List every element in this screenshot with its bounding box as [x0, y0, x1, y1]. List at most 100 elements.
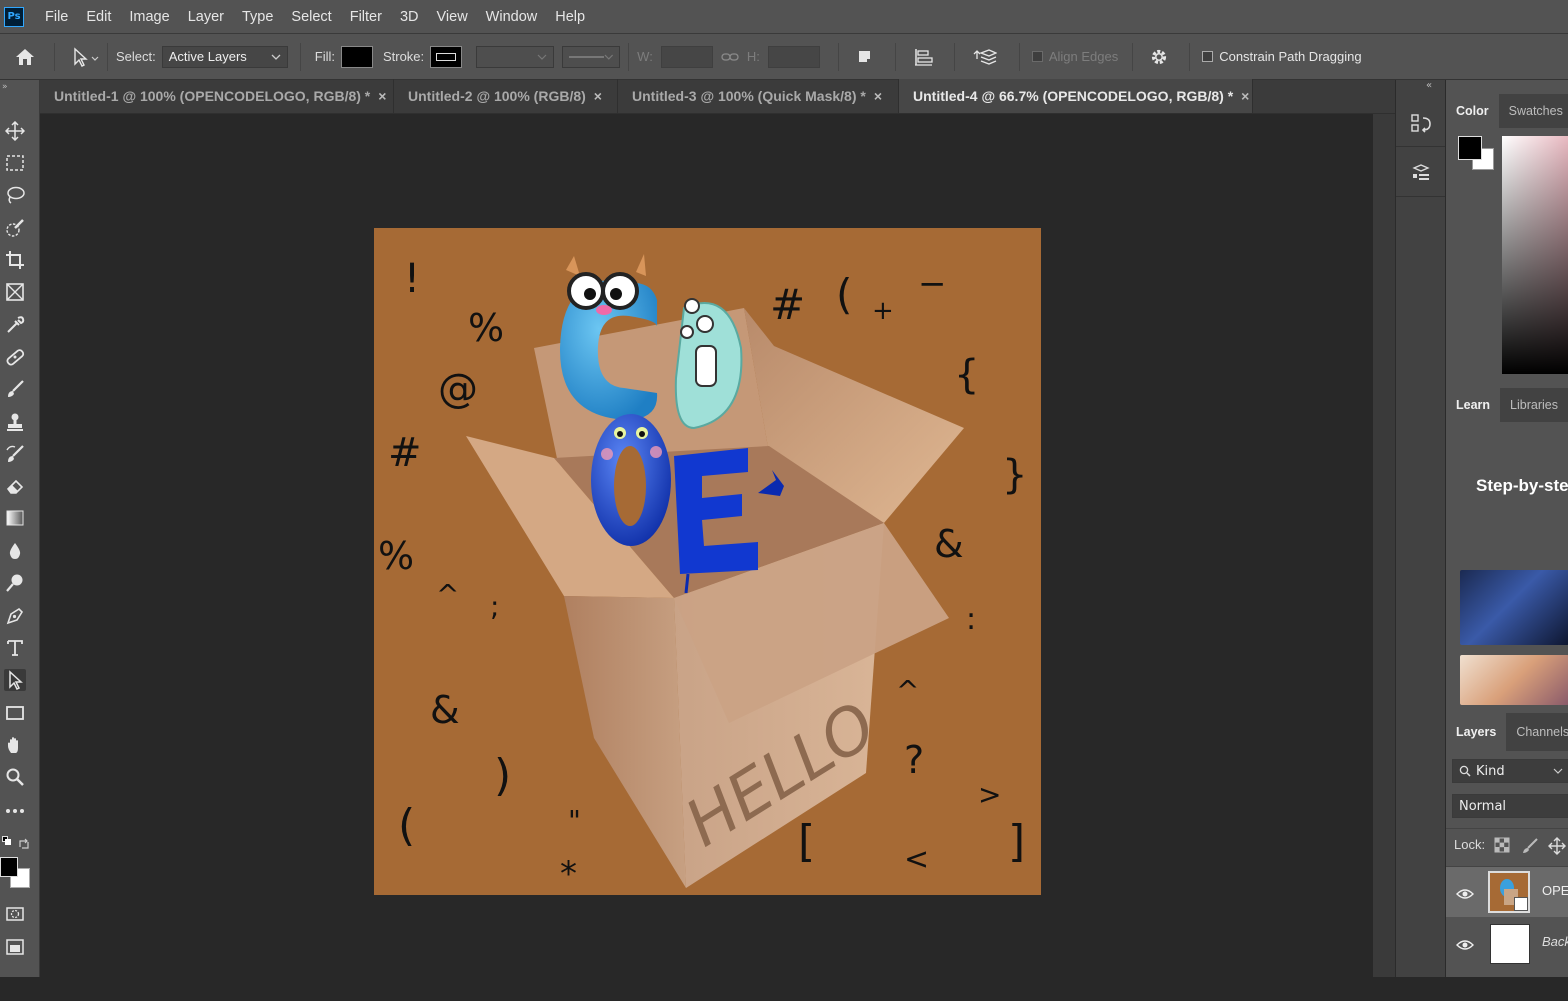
- default-colors-icon[interactable]: [2, 836, 12, 846]
- home-icon[interactable]: [14, 46, 38, 68]
- tab-learn[interactable]: Learn: [1446, 388, 1501, 422]
- menu-3d[interactable]: 3D: [391, 9, 428, 25]
- rectangle-tool-icon[interactable]: [4, 702, 26, 724]
- path-alignment-icon[interactable]: [914, 48, 934, 66]
- tab-untitled-2[interactable]: Untitled-2 @ 100% (RGB/8) ×: [394, 79, 618, 113]
- width-label: W:: [637, 49, 653, 64]
- stroke-type-dropdown[interactable]: [562, 45, 621, 68]
- select-label: Select:: [116, 49, 156, 64]
- tab-untitled-3[interactable]: Untitled-3 @ 100% (Quick Mask/8) * ×: [618, 79, 899, 113]
- lock-pixels-brush-icon[interactable]: [1521, 837, 1539, 859]
- canvas-symbol: [: [798, 816, 816, 867]
- layer-name[interactable]: Back: [1542, 934, 1568, 949]
- zoom-tool-icon[interactable]: [4, 766, 26, 788]
- eye-icon[interactable]: [1456, 936, 1474, 955]
- blur-tool-icon[interactable]: [4, 540, 26, 562]
- image-canvas[interactable]: HELLO C D: [374, 228, 1041, 895]
- eraser-tool-icon[interactable]: [4, 475, 26, 497]
- swap-colors-icon[interactable]: [18, 835, 30, 854]
- properties-panel-icon[interactable]: [1410, 162, 1432, 188]
- close-icon[interactable]: ×: [378, 88, 386, 104]
- lasso-tool-icon[interactable]: [4, 184, 26, 206]
- tab-swatches[interactable]: Swatches: [1499, 94, 1568, 128]
- gear-icon[interactable]: [1149, 47, 1169, 67]
- height-input[interactable]: [767, 45, 820, 68]
- dock-collapse-icon[interactable]: «: [1426, 80, 1432, 91]
- width-input[interactable]: [660, 45, 713, 68]
- panel-foreground-color-swatch[interactable]: [1458, 136, 1482, 160]
- canvas-symbol: &: [934, 522, 964, 566]
- select-mode-dropdown[interactable]: Active Layers: [161, 45, 288, 68]
- healing-brush-tool-icon[interactable]: [4, 346, 26, 368]
- menu-window[interactable]: Window: [477, 9, 547, 25]
- menu-view[interactable]: View: [428, 9, 477, 25]
- path-selection-tool-icon[interactable]: [71, 46, 99, 67]
- vertical-scrollbar[interactable]: [1373, 114, 1395, 977]
- quick-mask-icon[interactable]: [4, 903, 26, 925]
- close-icon[interactable]: ×: [1241, 88, 1249, 104]
- menu-image[interactable]: Image: [120, 9, 178, 25]
- tab-libraries[interactable]: Libraries: [1500, 388, 1568, 422]
- layer-filter-kind-dropdown[interactable]: Kind: [1452, 759, 1568, 783]
- menu-select[interactable]: Select: [282, 9, 340, 25]
- close-icon[interactable]: ×: [874, 88, 882, 104]
- blend-mode-dropdown[interactable]: Normal: [1452, 794, 1568, 818]
- align-edges-checkbox[interactable]: Align Edges: [1031, 49, 1118, 64]
- tutorial-thumbnail-2[interactable]: [1460, 655, 1568, 705]
- dodge-tool-icon[interactable]: [4, 572, 26, 594]
- frame-tool-icon[interactable]: [4, 281, 26, 303]
- menu-help[interactable]: Help: [546, 9, 594, 25]
- eye-icon[interactable]: [1456, 885, 1474, 904]
- letter-o-monster: O: [591, 414, 671, 546]
- crop-tool-icon[interactable]: [4, 249, 26, 271]
- constrain-path-dragging-checkbox[interactable]: Constrain Path Dragging: [1202, 49, 1362, 64]
- type-tool-icon[interactable]: [4, 637, 26, 659]
- marquee-tool-icon[interactable]: [4, 152, 26, 174]
- layer-row-opencodelogo[interactable]: OPEN: [1446, 867, 1568, 917]
- color-picker-field[interactable]: [1502, 136, 1568, 374]
- canvas-symbol: (: [836, 270, 853, 319]
- tab-layers[interactable]: Layers: [1446, 713, 1507, 751]
- move-tool-icon[interactable]: [4, 120, 26, 142]
- path-arrangement-icon[interactable]: [973, 47, 997, 67]
- tab-label: Untitled-4 @ 66.7% (OPENCODELOGO, RGB/8)…: [913, 88, 1234, 104]
- gradient-tool-icon[interactable]: [4, 507, 26, 529]
- lock-label: Lock:: [1454, 837, 1486, 852]
- menu-edit[interactable]: Edit: [77, 9, 120, 25]
- close-icon[interactable]: ×: [594, 88, 602, 104]
- direct-selection-tool-icon[interactable]: [4, 669, 26, 691]
- menu-type[interactable]: Type: [233, 9, 282, 25]
- eyedropper-tool-icon[interactable]: [4, 314, 26, 336]
- path-operations-icon[interactable]: [857, 49, 873, 65]
- menu-file[interactable]: File: [36, 9, 77, 25]
- history-brush-tool-icon[interactable]: [4, 443, 26, 465]
- lock-transparency-icon[interactable]: [1494, 837, 1510, 857]
- history-panel-icon[interactable]: [1410, 112, 1432, 138]
- menu-layer[interactable]: Layer: [179, 9, 233, 25]
- layer-name[interactable]: OPEN: [1542, 883, 1568, 898]
- tab-color[interactable]: Color: [1446, 94, 1499, 128]
- chevron-down-icon: [1553, 768, 1563, 774]
- tools-panel: »: [0, 80, 40, 977]
- clone-stamp-tool-icon[interactable]: [4, 411, 26, 433]
- tab-channels[interactable]: Channels: [1506, 713, 1568, 751]
- stroke-swatch[interactable]: [430, 45, 463, 68]
- screen-mode-icon[interactable]: [4, 936, 26, 958]
- tab-untitled-1[interactable]: Untitled-1 @ 100% (OPENCODELOGO, RGB/8) …: [40, 79, 394, 113]
- quick-selection-tool-icon[interactable]: [4, 217, 26, 239]
- foreground-color-swatch[interactable]: [0, 857, 18, 877]
- photoshop-logo-icon[interactable]: Ps: [4, 6, 24, 27]
- toolbar-collapse-icon[interactable]: »: [2, 82, 8, 92]
- hand-tool-icon[interactable]: [4, 734, 26, 756]
- stroke-width-dropdown[interactable]: [476, 45, 555, 68]
- pen-tool-icon[interactable]: [4, 605, 26, 627]
- tab-untitled-4[interactable]: Untitled-4 @ 66.7% (OPENCODELOGO, RGB/8)…: [899, 79, 1253, 113]
- fill-swatch[interactable]: [340, 45, 373, 68]
- brush-tool-icon[interactable]: [4, 378, 26, 400]
- more-tools-icon[interactable]: [4, 800, 26, 822]
- lock-position-move-icon[interactable]: [1548, 837, 1566, 859]
- layer-row-background[interactable]: Back: [1446, 918, 1568, 968]
- menu-filter[interactable]: Filter: [341, 9, 391, 25]
- link-icon[interactable]: [721, 51, 739, 63]
- tutorial-thumbnail-1[interactable]: [1460, 570, 1568, 645]
